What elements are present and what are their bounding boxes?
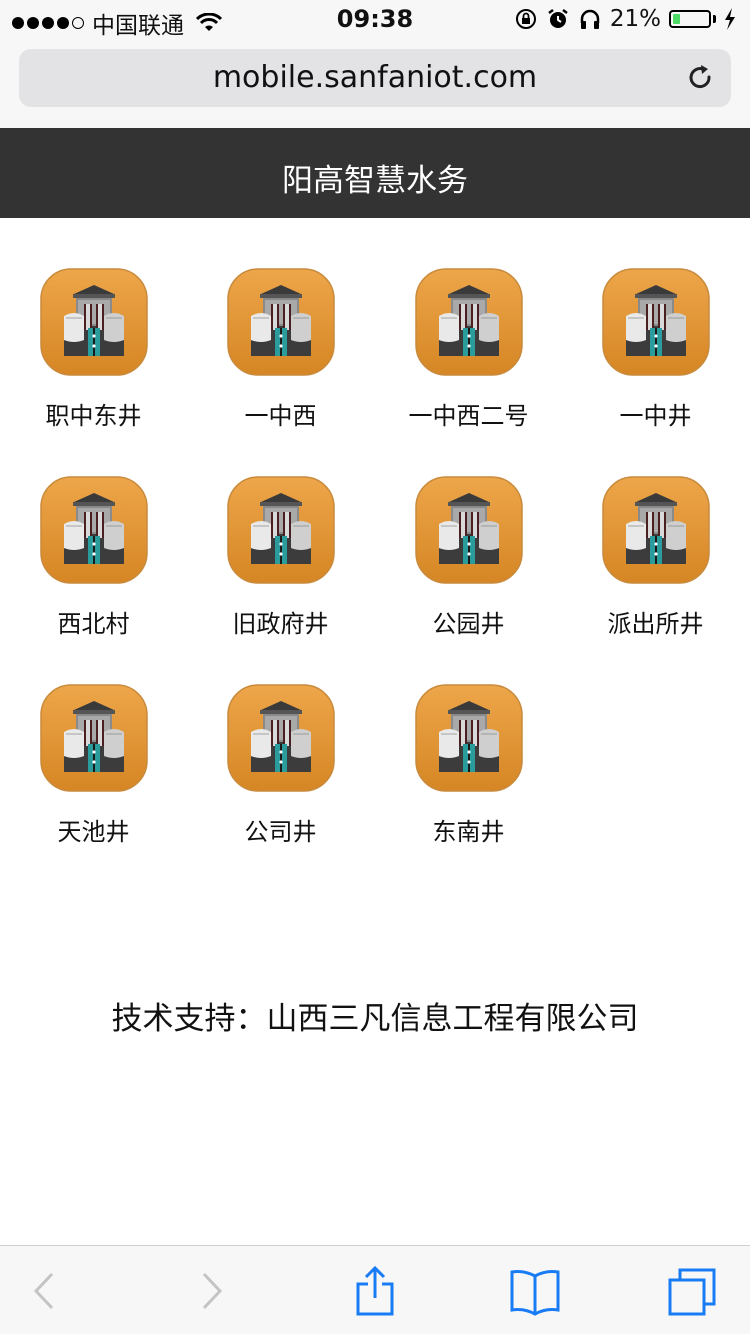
well-pump-icon[interactable] [40,476,148,584]
reload-icon[interactable] [685,63,715,93]
battery-level-fill [673,14,680,24]
well-item[interactable]: 一中西二号 [375,218,562,430]
well-item[interactable]: 一中井 [562,218,749,430]
well-item[interactable]: 派出所井 [562,426,749,638]
status-bar: 中国联通 09:38 21% [0,0,750,40]
well-label[interactable]: 东南井 [375,812,562,847]
well-item[interactable]: 公司井 [187,634,374,846]
well-pump-icon[interactable] [415,268,523,376]
orientation-lock-icon [515,9,536,29]
well-item[interactable]: 一中西 [187,218,374,430]
well-item[interactable]: 公园井 [375,426,562,638]
well-pump-icon[interactable] [227,684,335,792]
alarm-icon [548,9,568,28]
headphones-icon [580,9,600,29]
well-item[interactable]: 天池井 [0,634,187,846]
back-icon[interactable] [20,1266,70,1316]
tabs-icon[interactable] [668,1266,718,1316]
well-label[interactable]: 天池井 [0,812,187,847]
browser-address-area: mobile.sanfaniot.com [0,40,750,128]
well-pump-icon[interactable] [40,684,148,792]
page-title: 阳高智慧水务 [282,163,468,199]
address-bar[interactable]: mobile.sanfaniot.com [19,49,731,107]
well-pump-icon[interactable] [415,476,523,584]
share-icon[interactable] [350,1266,400,1316]
tech-support-text: 技术支持：山西三凡信息工程有限公司 [111,1001,639,1037]
well-item[interactable]: 西北村 [0,426,187,638]
well-label[interactable]: 派出所井 [562,604,749,639]
battery-icon [669,10,711,28]
well-pump-icon[interactable] [40,268,148,376]
browser-toolbar [0,1245,750,1334]
well-pump-icon[interactable] [415,684,523,792]
forward-icon[interactable] [186,1266,236,1316]
status-right: 21% [514,6,736,32]
well-pump-icon[interactable] [227,476,335,584]
charging-icon [725,8,735,30]
battery-percentage: 21% [609,6,661,32]
well-item[interactable]: 东南井 [375,634,562,846]
well-label[interactable]: 公司井 [187,812,374,847]
well-pump-icon[interactable] [602,268,710,376]
url-text[interactable]: mobile.sanfaniot.com [19,60,731,95]
well-item[interactable]: 职中东井 [0,218,187,430]
bookmarks-icon[interactable] [510,1266,560,1316]
well-pump-icon[interactable] [227,268,335,376]
well-item[interactable]: 旧政府井 [187,426,374,638]
battery-cap [713,15,716,23]
page-header: 阳高智慧水务 [0,128,750,218]
well-pump-icon[interactable] [602,476,710,584]
